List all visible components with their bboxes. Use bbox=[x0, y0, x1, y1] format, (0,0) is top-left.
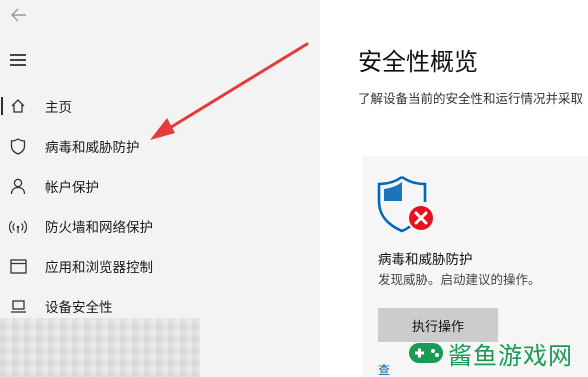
sidebar-item-label: 主页 bbox=[45, 100, 72, 116]
back-arrow-icon bbox=[11, 8, 26, 22]
sidebar-item-label: 帐户保护 bbox=[45, 180, 99, 196]
sidebar-item-label: 设备安全性 bbox=[45, 300, 113, 316]
watermark-text: 酱鱼游戏网 bbox=[448, 341, 573, 370]
hamburger-icon bbox=[10, 54, 26, 56]
watermark: 酱鱼游戏网 bbox=[408, 335, 573, 371]
gamepad-icon bbox=[409, 343, 443, 363]
sidebar-item-app-browser-control[interactable]: 应用和浏览器控制 bbox=[0, 248, 320, 284]
sidebar-item-firewall[interactable]: 防火墙和网络保护 bbox=[0, 208, 320, 244]
sidebar-item-virus-protection[interactable]: 病毒和威胁防护 bbox=[0, 128, 320, 164]
pixelated-area bbox=[0, 318, 200, 377]
sidebar: 主页 病毒和威胁防护 帐户保护 防火墙和网络保护 应用和浏览器控制 设备安全性 bbox=[0, 0, 320, 377]
menu-button[interactable] bbox=[10, 54, 26, 66]
selection-indicator bbox=[1, 97, 3, 115]
sidebar-item-label: 应用和浏览器控制 bbox=[45, 260, 153, 276]
laptop-icon bbox=[9, 297, 27, 315]
card-status: 发现威胁。启动建议的操作。 bbox=[378, 272, 541, 287]
sidebar-item-account-protection[interactable]: 帐户保护 bbox=[0, 168, 320, 204]
person-icon bbox=[9, 177, 27, 195]
card-link[interactable]: 查 bbox=[378, 361, 390, 377]
home-icon bbox=[9, 97, 27, 115]
main-content: 安全性概览 了解设备当前的安全性和运行情况并采取 病毒和威胁防护 发现威胁。启动… bbox=[320, 0, 588, 377]
card-title: 病毒和威胁防护 bbox=[378, 252, 473, 268]
sidebar-item-label: 防火墙和网络保护 bbox=[45, 220, 153, 236]
sidebar-item-label: 病毒和威胁防护 bbox=[45, 140, 140, 156]
wifi-icon bbox=[9, 217, 27, 235]
sidebar-item-home[interactable]: 主页 bbox=[0, 88, 320, 124]
shield-icon bbox=[9, 137, 27, 155]
page-description: 了解设备当前的安全性和运行情况并采取 bbox=[358, 91, 584, 106]
back-button[interactable] bbox=[6, 4, 32, 26]
shield-alert-icon bbox=[377, 175, 433, 233]
window-icon bbox=[9, 257, 27, 275]
page-title: 安全性概览 bbox=[358, 48, 478, 76]
